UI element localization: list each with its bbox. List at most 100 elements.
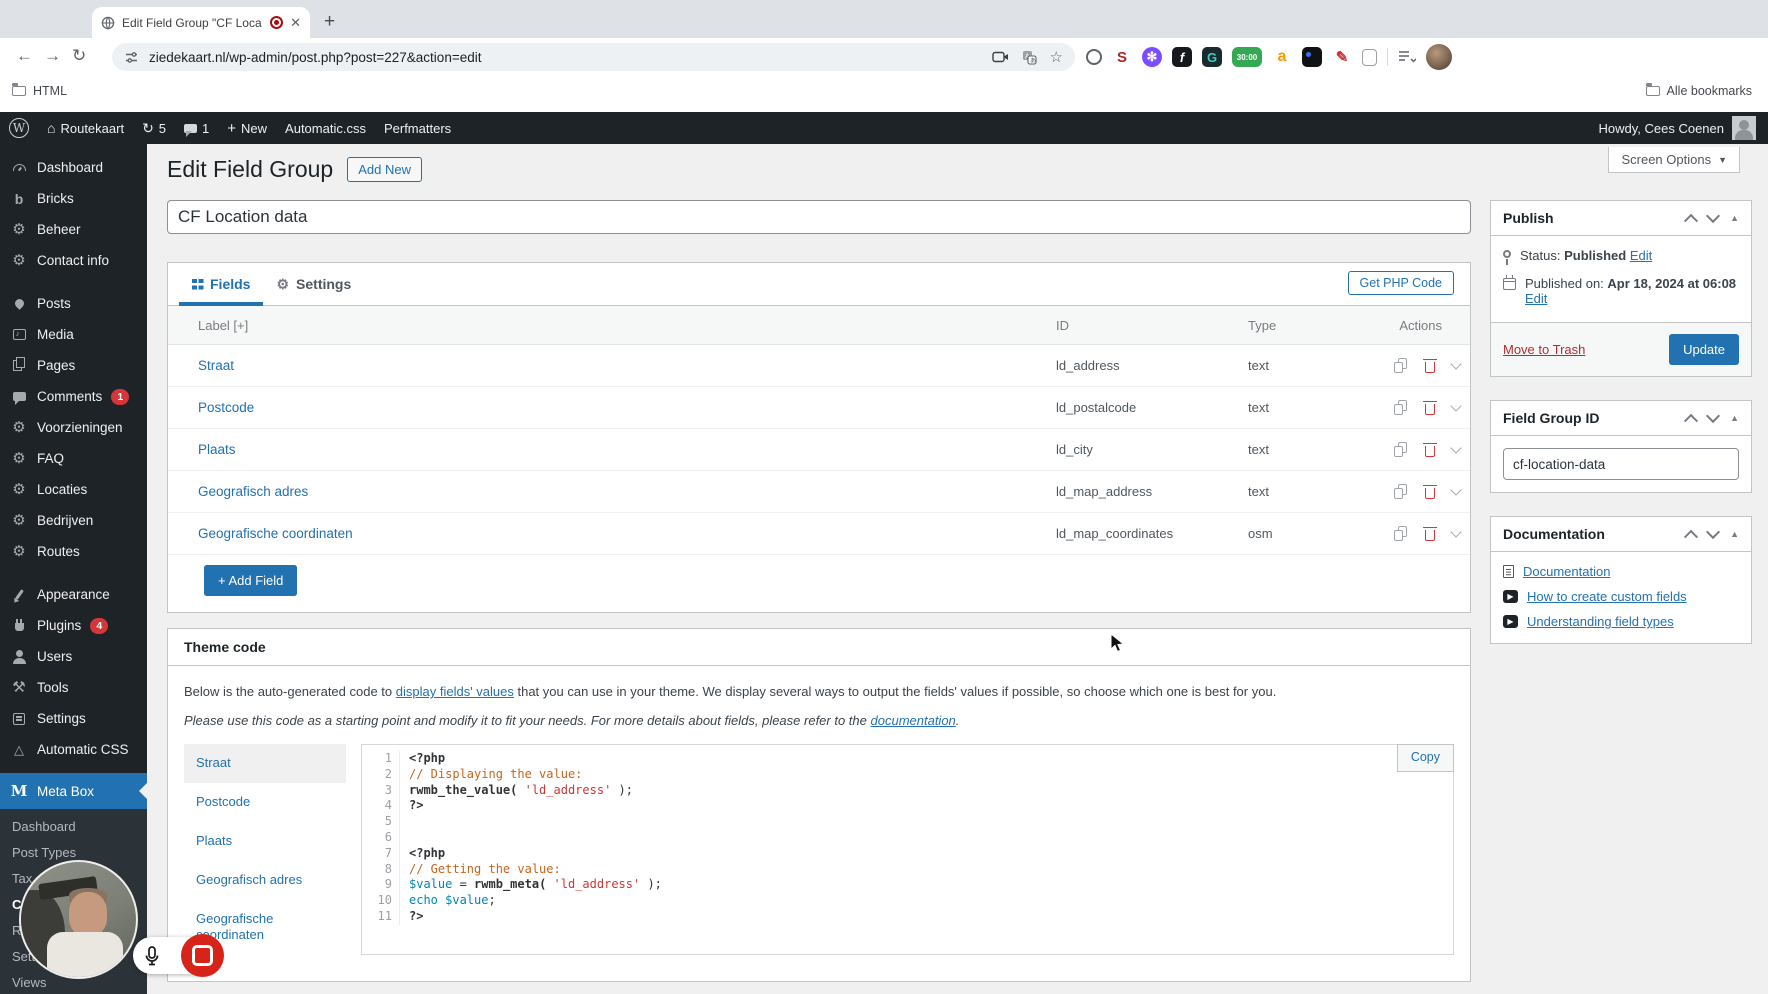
extension-pen-icon[interactable]: ✎ xyxy=(1332,47,1352,67)
field-label-link[interactable]: Postcode xyxy=(198,400,254,415)
duplicate-icon[interactable] xyxy=(1394,358,1408,373)
field-group-id-input[interactable] xyxy=(1503,448,1739,480)
address-bar[interactable]: ziedekaart.nl/wp-admin/post.php?post=227… xyxy=(112,43,1075,71)
duplicate-icon[interactable] xyxy=(1394,526,1408,541)
field-label-link[interactable]: Plaats xyxy=(198,442,236,457)
sidebar-item-users[interactable]: Users xyxy=(0,641,147,672)
field-label-link[interactable]: Straat xyxy=(198,358,234,373)
collapse-toggle-icon[interactable]: ▲ xyxy=(1730,529,1739,539)
sidebar-item-faq[interactable]: ⚙ FAQ xyxy=(0,443,147,474)
duplicate-icon[interactable] xyxy=(1394,484,1408,499)
field-label-link[interactable]: Geografische coordinaten xyxy=(198,526,353,541)
move-down-icon[interactable] xyxy=(1706,524,1721,540)
sidebar-item-dashboard[interactable]: Dashboard xyxy=(0,152,147,183)
field-group-title-input[interactable] xyxy=(167,200,1471,234)
bookmark-html-folder[interactable]: HTML xyxy=(12,83,67,98)
extension-ink-icon[interactable] xyxy=(1302,47,1322,67)
trash-icon[interactable] xyxy=(1423,526,1437,541)
tab-close-icon[interactable]: ✕ xyxy=(290,16,301,29)
howdy-text[interactable]: Howdy, Cees Coenen xyxy=(1599,121,1725,136)
display-fields-values-link[interactable]: display fields' values xyxy=(396,684,514,699)
browser-tab[interactable]: Edit Field Group "CF Loca ✕ xyxy=(92,7,310,38)
add-field-button[interactable]: + Add Field xyxy=(204,565,298,596)
extension-clipboard-icon[interactable] xyxy=(1362,48,1377,66)
url-text[interactable]: ziedekaart.nl/wp-admin/post.php?post=227… xyxy=(149,50,992,65)
submenu-item-dashboard[interactable]: Dashboard xyxy=(0,813,147,839)
code-tab-straat[interactable]: Straat xyxy=(184,744,346,783)
trash-icon[interactable] xyxy=(1423,358,1437,373)
duplicate-icon[interactable] xyxy=(1394,400,1408,415)
sidebar-item-plugins[interactable]: Plugins 4 xyxy=(0,610,147,641)
camera-icon[interactable] xyxy=(991,50,1009,64)
move-up-icon[interactable] xyxy=(1684,213,1699,228)
how-to-create-custom-fields-link[interactable]: How to create custom fields xyxy=(1527,589,1687,604)
documentation-link[interactable]: Documentation xyxy=(1523,564,1610,579)
new-content-menu[interactable]: + New xyxy=(218,112,276,144)
extension-s-icon[interactable]: S xyxy=(1112,47,1132,67)
add-new-button[interactable]: Add New xyxy=(347,157,422,182)
extension-flower-icon[interactable]: ✻ xyxy=(1142,47,1162,67)
sidebar-item-appearance[interactable]: Appearance xyxy=(0,579,147,610)
sidebar-item-meta-box[interactable]: M Meta Box xyxy=(0,773,147,809)
code-tab-postcode[interactable]: Postcode xyxy=(184,783,346,822)
extension-f-icon[interactable]: f xyxy=(1172,47,1192,67)
sidebar-item-comments[interactable]: Comments 1 xyxy=(0,381,147,412)
collapse-toggle-icon[interactable]: ▲ xyxy=(1730,213,1739,223)
chevron-down-icon[interactable] xyxy=(1450,483,1462,496)
get-php-code-button[interactable]: Get PHP Code xyxy=(1347,271,1454,295)
move-up-icon[interactable] xyxy=(1684,413,1699,428)
update-button[interactable]: Update xyxy=(1669,334,1739,365)
sidebar-item-bedrijven[interactable]: ⚙ Bedrijven xyxy=(0,505,147,536)
reading-list-icon[interactable] xyxy=(1398,50,1416,64)
code-tab-geografisch-adres[interactable]: Geografisch adres xyxy=(184,861,346,900)
documentation-link[interactable]: documentation xyxy=(871,713,956,728)
sidebar-item-beheer[interactable]: ⚙ Beheer xyxy=(0,214,147,245)
reload-icon[interactable]: ↻ xyxy=(72,46,86,66)
perfmatters-menu[interactable]: Perfmatters xyxy=(375,112,460,144)
all-bookmarks[interactable]: Alle bookmarks xyxy=(1645,83,1752,98)
browser-profile-avatar[interactable] xyxy=(1426,44,1452,70)
translate-icon[interactable]: A あ xyxy=(1022,50,1037,65)
extension-circle-icon[interactable] xyxy=(1086,49,1102,65)
automatic-css-menu[interactable]: Automatic.css xyxy=(276,112,375,144)
user-avatar[interactable] xyxy=(1732,116,1756,140)
new-tab-button[interactable]: + xyxy=(324,11,335,33)
understanding-field-types-link[interactable]: Understanding field types xyxy=(1527,614,1674,629)
edit-published-date-link[interactable]: Edit xyxy=(1525,291,1547,306)
trash-icon[interactable] xyxy=(1423,442,1437,457)
trash-icon[interactable] xyxy=(1423,400,1437,415)
collapse-toggle-icon[interactable]: ▲ xyxy=(1730,413,1739,423)
stop-recording-button[interactable] xyxy=(181,934,224,977)
code-tab-plaats[interactable]: Plaats xyxy=(184,822,346,861)
extension-timer-icon[interactable]: 30:00 xyxy=(1232,47,1262,67)
comments-menu[interactable]: 1 xyxy=(175,112,218,144)
sidebar-item-bricks[interactable]: b Bricks xyxy=(0,183,147,214)
move-down-icon[interactable] xyxy=(1706,208,1721,224)
sidebar-item-media[interactable]: Media xyxy=(0,319,147,350)
move-up-icon[interactable] xyxy=(1684,529,1699,544)
edit-status-link[interactable]: Edit xyxy=(1630,248,1652,263)
sidebar-item-automatic-css[interactable]: △ Automatic CSS xyxy=(0,734,147,765)
sidebar-item-locaties[interactable]: ⚙ Locaties xyxy=(0,474,147,505)
copy-button[interactable]: Copy xyxy=(1396,744,1454,772)
extension-g-icon[interactable]: G xyxy=(1202,47,1222,67)
tab-settings[interactable]: ⚙ Settings xyxy=(274,263,353,305)
chevron-down-icon[interactable] xyxy=(1450,525,1462,538)
sidebar-item-voorzieningen[interactable]: ⚙ Voorzieningen xyxy=(0,412,147,443)
extension-amazon-icon[interactable]: a xyxy=(1272,47,1292,67)
screen-options-button[interactable]: Screen Options ▼ xyxy=(1608,147,1740,173)
forward-icon[interactable]: → xyxy=(44,46,61,66)
tab-fields[interactable]: Fields xyxy=(178,263,265,306)
chevron-down-icon[interactable] xyxy=(1450,357,1462,370)
updates-menu[interactable]: ↻ 5 xyxy=(133,112,175,144)
chevron-down-icon[interactable] xyxy=(1450,399,1462,412)
sidebar-item-tools[interactable]: ⚒ Tools xyxy=(0,672,147,703)
move-to-trash-link[interactable]: Move to Trash xyxy=(1503,342,1585,357)
wp-logo-menu[interactable]: W xyxy=(0,112,38,144)
sidebar-item-settings[interactable]: Settings xyxy=(0,703,147,734)
sidebar-item-pages[interactable]: Pages xyxy=(0,350,147,381)
microphone-icon[interactable] xyxy=(144,945,160,966)
duplicate-icon[interactable] xyxy=(1394,442,1408,457)
move-down-icon[interactable] xyxy=(1706,408,1721,424)
back-icon[interactable]: ← xyxy=(16,46,33,66)
